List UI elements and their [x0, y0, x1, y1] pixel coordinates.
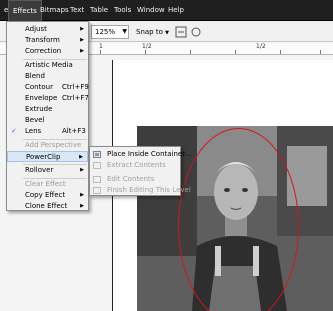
menu-item-label: Lens: [25, 127, 42, 135]
ellipse-container-shape[interactable]: [178, 128, 299, 311]
menu-item-label: Correction: [25, 47, 62, 55]
ruler-label: 1/2: [256, 43, 266, 50]
submenu-item-label: Place Inside Container...: [107, 150, 192, 158]
edit-contents-icon: [93, 176, 101, 183]
menu-item-label: PowerClip: [26, 153, 61, 161]
chevron-right-icon: ▶: [80, 48, 84, 54]
chevron-right-icon: ▶: [80, 167, 84, 173]
menu-item-label: Contour: [25, 83, 53, 91]
menu-item-label: Clone Effect: [25, 202, 68, 210]
menu-item-artistic-media[interactable]: Artistic Media: [7, 60, 88, 71]
menu-help[interactable]: Help: [164, 0, 188, 21]
menu-item-rollover[interactable]: Rollover ▶: [7, 165, 88, 176]
ruler-tick: [280, 50, 281, 54]
powerclip-submenu: Place Inside Container... Extract Conten…: [89, 146, 191, 196]
menu-text[interactable]: Text: [66, 0, 88, 21]
menu-item-transform[interactable]: Transform ▶: [7, 35, 88, 46]
menu-table[interactable]: Table: [86, 0, 112, 21]
menu-item-adjust[interactable]: Adjust ▶: [7, 24, 88, 35]
menu-tools[interactable]: Tools: [110, 0, 135, 21]
submenu-item-label: Extract Contents: [107, 161, 166, 169]
submenu-item-place-inside-container[interactable]: Place Inside Container...: [90, 149, 191, 160]
menu-item-blend[interactable]: Blend: [7, 71, 88, 82]
menu-item-label: Artistic Media: [25, 61, 73, 69]
menu-item-clone-effect[interactable]: Clone Effect ▶: [7, 201, 88, 212]
menu-item-label: Add Perspective: [25, 141, 82, 149]
menu-item-label: Rollover: [25, 166, 54, 174]
menu-item-label: Envelope: [25, 94, 58, 102]
snap-to-button[interactable]: Snap to ▼: [136, 25, 169, 39]
chevron-right-icon: ▶: [80, 26, 84, 32]
chevron-right-icon: ▶: [80, 37, 84, 43]
place-inside-icon: [93, 151, 101, 158]
ruler-label: 1: [99, 43, 103, 50]
ruler-tick: [145, 50, 146, 54]
zoom-level-value: 125%: [95, 28, 116, 36]
menu-item-label: Copy Effect: [25, 191, 66, 199]
menu-item-lens[interactable]: ✓ Lens Alt+F3: [7, 126, 88, 137]
menu-item-clear-effect[interactable]: Clear Effect: [7, 179, 88, 190]
menu-item-contour[interactable]: Contour Ctrl+F9: [7, 82, 89, 93]
submenu-item-label: Edit Contents: [107, 175, 155, 183]
snap-to-label: Snap to: [136, 28, 163, 36]
menu-item-envelope[interactable]: Envelope Ctrl+F7: [7, 93, 89, 104]
chevron-down-icon: ▼: [122, 28, 127, 35]
shortcut-label: Ctrl+F9: [62, 83, 89, 91]
menu-item-label: Bevel: [25, 116, 45, 124]
ruler-label: 1/2: [142, 43, 152, 50]
options-icon[interactable]: [190, 26, 202, 38]
effects-menu: Adjust ▶ Transform ▶ Correction ▶ Artist…: [6, 21, 89, 211]
settings-icon[interactable]: [175, 26, 187, 38]
shortcut-label: Alt+F3: [62, 127, 86, 135]
submenu-item-label: Finish Editing This Level: [107, 186, 191, 194]
menu-bar: e Effects Bitmaps Text Table Tools Windo…: [0, 0, 333, 21]
menu-item-label: Blend: [25, 72, 45, 80]
chevron-right-icon: ▶: [80, 192, 84, 198]
ruler-tick: [235, 50, 236, 54]
ruler-tick: [190, 50, 191, 54]
menu-item-label: Extrude: [25, 105, 53, 113]
finish-editing-icon: [93, 187, 101, 194]
menu-item-copy-effect[interactable]: Copy Effect ▶: [7, 190, 88, 201]
chevron-right-icon: ▶: [80, 203, 84, 209]
extract-contents-icon: [93, 162, 101, 169]
submenu-item-edit-contents[interactable]: Edit Contents: [90, 174, 180, 185]
submenu-item-extract-contents[interactable]: Extract Contents: [90, 160, 180, 171]
menu-item-label: Clear Effect: [25, 180, 66, 188]
menu-item-label: Adjust: [25, 25, 47, 33]
menu-item-add-perspective[interactable]: Add Perspective: [7, 140, 88, 151]
menu-item-label: Transform: [25, 36, 60, 44]
checkmark-icon: ✓: [11, 127, 17, 135]
chevron-down-icon: ▼: [165, 30, 169, 36]
menu-item-extrude[interactable]: Extrude: [7, 104, 88, 115]
ruler-tick: [320, 50, 321, 54]
ruler-tick: [100, 50, 101, 54]
chevron-right-icon: ▶: [79, 154, 83, 160]
zoom-level-select[interactable]: 125% ▼: [91, 25, 129, 39]
menu-item-powerclip[interactable]: PowerClip ▶: [7, 151, 88, 162]
shortcut-label: Ctrl+F7: [62, 94, 89, 102]
menu-item-bevel[interactable]: Bevel: [7, 115, 88, 126]
menu-item-correction[interactable]: Correction ▶: [7, 46, 88, 57]
submenu-item-finish-editing[interactable]: Finish Editing This Level: [90, 185, 191, 196]
